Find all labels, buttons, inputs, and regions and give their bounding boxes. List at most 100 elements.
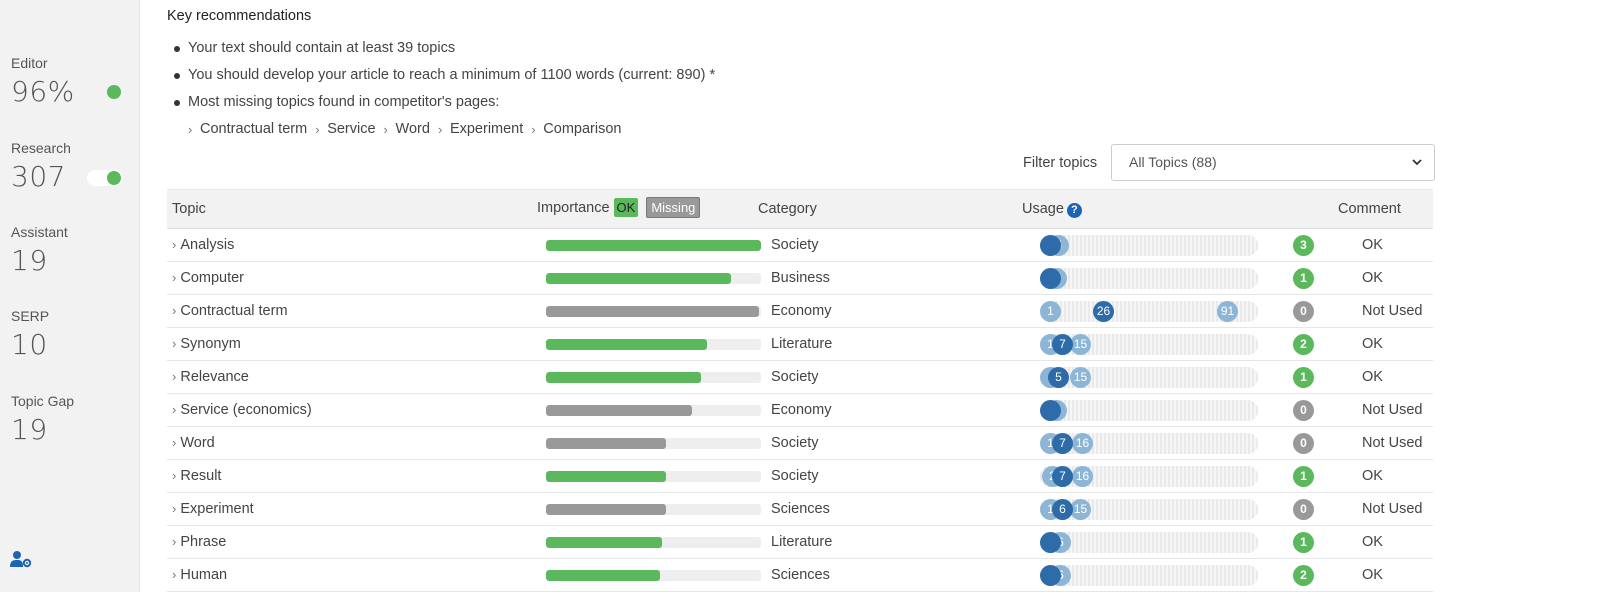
importance-bar-fill — [546, 240, 761, 251]
expand-chevron-icon[interactable]: › — [172, 336, 176, 351]
topic-cell[interactable]: › Contractual term — [172, 303, 288, 319]
recommendation-item: Most missing topics found in competitor'… — [173, 92, 715, 119]
expand-chevron-icon[interactable]: › — [172, 435, 176, 450]
expand-chevron-icon[interactable]: › — [172, 369, 176, 384]
main-panel: Key recommendations Your text should con… — [140, 0, 1600, 592]
filter-topics-select[interactable]: All Topics (88) — [1111, 144, 1435, 181]
table-row[interactable]: › Word Society 1 7 16 0 Not Used — [167, 427, 1433, 460]
topic-name: Phrase — [180, 534, 227, 550]
topic-cell[interactable]: › Experiment — [172, 501, 254, 517]
topic-cell[interactable]: › Relevance — [172, 369, 249, 385]
topic-cell[interactable]: › Human — [172, 567, 227, 583]
usage-marker — [1040, 268, 1061, 289]
usage-count-badge: 2 — [1293, 565, 1314, 586]
expand-chevron-icon[interactable]: › — [172, 237, 176, 252]
expand-chevron-icon[interactable]: › — [172, 468, 176, 483]
sidebar-item-research[interactable]: Research 307 — [11, 140, 129, 193]
toggle-knob — [107, 171, 121, 185]
topic-cell[interactable]: › Result — [172, 468, 221, 484]
research-toggle[interactable] — [87, 170, 123, 186]
usage-count-badge: 0 — [1293, 499, 1314, 520]
usage-count-badge: 1 — [1293, 466, 1314, 487]
missing-topic-link[interactable]: › Service — [315, 121, 375, 137]
usage-bar: 2716 — [1040, 466, 1258, 487]
table-row[interactable]: › Human Sciences 6 2 OK — [167, 559, 1433, 592]
table-row[interactable]: › Analysis Society 5 3 OK — [167, 229, 1433, 262]
topic-name: Contractual term — [180, 303, 288, 319]
importance-bar-fill — [546, 570, 660, 581]
table-row[interactable]: › Relevance Society 5 15 1 OK — [167, 361, 1433, 394]
importance-bar — [546, 537, 761, 548]
table-row[interactable]: › Experiment Sciences 1 6 15 0 Not Used — [167, 493, 1433, 526]
comment-cell: Not Used — [1362, 303, 1423, 319]
importance-bar-fill — [546, 306, 759, 317]
table-row[interactable]: › Result Society 2716 1 OK — [167, 460, 1433, 493]
expand-chevron-icon[interactable]: › — [172, 534, 176, 549]
topic-cell[interactable]: › Analysis — [172, 237, 234, 253]
topic-cell[interactable]: › Service (economics) — [172, 402, 312, 418]
header-category[interactable]: Category — [758, 201, 817, 217]
expand-chevron-icon[interactable]: › — [172, 567, 176, 582]
comment-cell: Not Used — [1362, 501, 1423, 517]
comment-cell: OK — [1362, 567, 1383, 583]
sidebar-item-assistant[interactable]: Assistant 19 — [11, 224, 129, 277]
table-row[interactable]: › Synonym Literature 1 7 15 2 OK — [167, 328, 1433, 361]
sidebar: Editor 96% Research 307 Assistant 19 SERP 10 Top… — [0, 0, 140, 592]
usage-count-badge: 1 — [1293, 367, 1314, 388]
header-topic[interactable]: Topic — [172, 201, 206, 217]
topic-name: Relevance — [180, 369, 249, 385]
missing-topic-link[interactable]: › Comparison — [531, 121, 621, 137]
usage-bar: 1 26 91 — [1040, 301, 1258, 322]
header-importance: Importance OK Missing — [537, 197, 701, 218]
topic-cell[interactable]: › Synonym — [172, 336, 241, 352]
category-cell: Economy — [771, 303, 832, 319]
topic-cell[interactable]: › Word — [172, 435, 215, 451]
header-usage-label[interactable]: Usage — [1022, 201, 1064, 217]
ok-filter-badge[interactable]: OK — [613, 198, 639, 217]
topic-name: Synonym — [180, 336, 241, 352]
usage-bar: 3 — [1040, 400, 1258, 421]
expand-chevron-icon[interactable]: › — [172, 402, 176, 417]
topic-name: Analysis — [180, 237, 235, 253]
usage-count-badge: 1 — [1293, 532, 1314, 553]
missing-topic-link[interactable]: › Word — [384, 121, 430, 137]
usage-marker: 6 — [1052, 499, 1073, 520]
topic-cell[interactable]: › Phrase — [172, 534, 226, 550]
usage-marker: 16 — [1072, 466, 1093, 487]
expand-chevron-icon[interactable]: › — [172, 303, 176, 318]
expand-chevron-icon[interactable]: › — [172, 270, 176, 285]
usage-marker — [1040, 235, 1061, 256]
recommendations-title: Key recommendations — [167, 8, 312, 24]
comment-cell: OK — [1362, 534, 1383, 550]
category-cell: Society — [771, 237, 819, 253]
header-comment[interactable]: Comment — [1338, 201, 1401, 217]
missing-topic-link[interactable]: › Experiment — [438, 121, 523, 137]
expand-chevron-icon[interactable]: › — [172, 501, 176, 516]
missing-topic-link[interactable]: › Contractual term — [188, 121, 307, 137]
table-row[interactable]: › Phrase Literature 6 1 OK — [167, 526, 1433, 559]
importance-bar-fill — [546, 273, 731, 284]
comment-cell: Not Used — [1362, 402, 1423, 418]
help-icon[interactable]: ? — [1066, 203, 1082, 218]
usage-marker: 5 — [1048, 367, 1069, 388]
recommendations-list: Your text should contain at least 39 top… — [173, 38, 715, 119]
missing-filter-badge[interactable]: Missing — [646, 197, 701, 218]
importance-bar — [546, 372, 761, 383]
sidebar-item-serp[interactable]: SERP 10 — [11, 308, 129, 361]
usage-bar: 5 — [1040, 235, 1258, 256]
missing-topic-label: Word — [395, 121, 430, 137]
usage-count-badge: 3 — [1293, 235, 1314, 256]
sidebar-item-editor[interactable]: Editor 96% — [11, 55, 129, 108]
table-row[interactable]: › Contractual term Economy 1 26 91 0 Not Used — [167, 295, 1433, 328]
table-row[interactable]: › Service (economics) Economy 3 0 Not Used — [167, 394, 1433, 427]
topic-cell[interactable]: › Computer — [172, 270, 244, 286]
sidebar-item-topic-gap[interactable]: Topic Gap 19 — [11, 393, 129, 446]
header-importance-label[interactable]: Importance — [537, 200, 610, 216]
importance-bar — [546, 306, 761, 317]
table-body: › Analysis Society 5 3 OK › Computer Business 3 1 O… — [167, 229, 1433, 592]
chevron-right-icon: › — [531, 121, 536, 137]
user-settings-icon[interactable] — [10, 550, 32, 568]
topics-table: Topic Importance OK Missing Category Usage… — [167, 189, 1433, 592]
table-row[interactable]: › Computer Business 3 1 OK — [167, 262, 1433, 295]
status-dot-icon — [107, 85, 121, 99]
